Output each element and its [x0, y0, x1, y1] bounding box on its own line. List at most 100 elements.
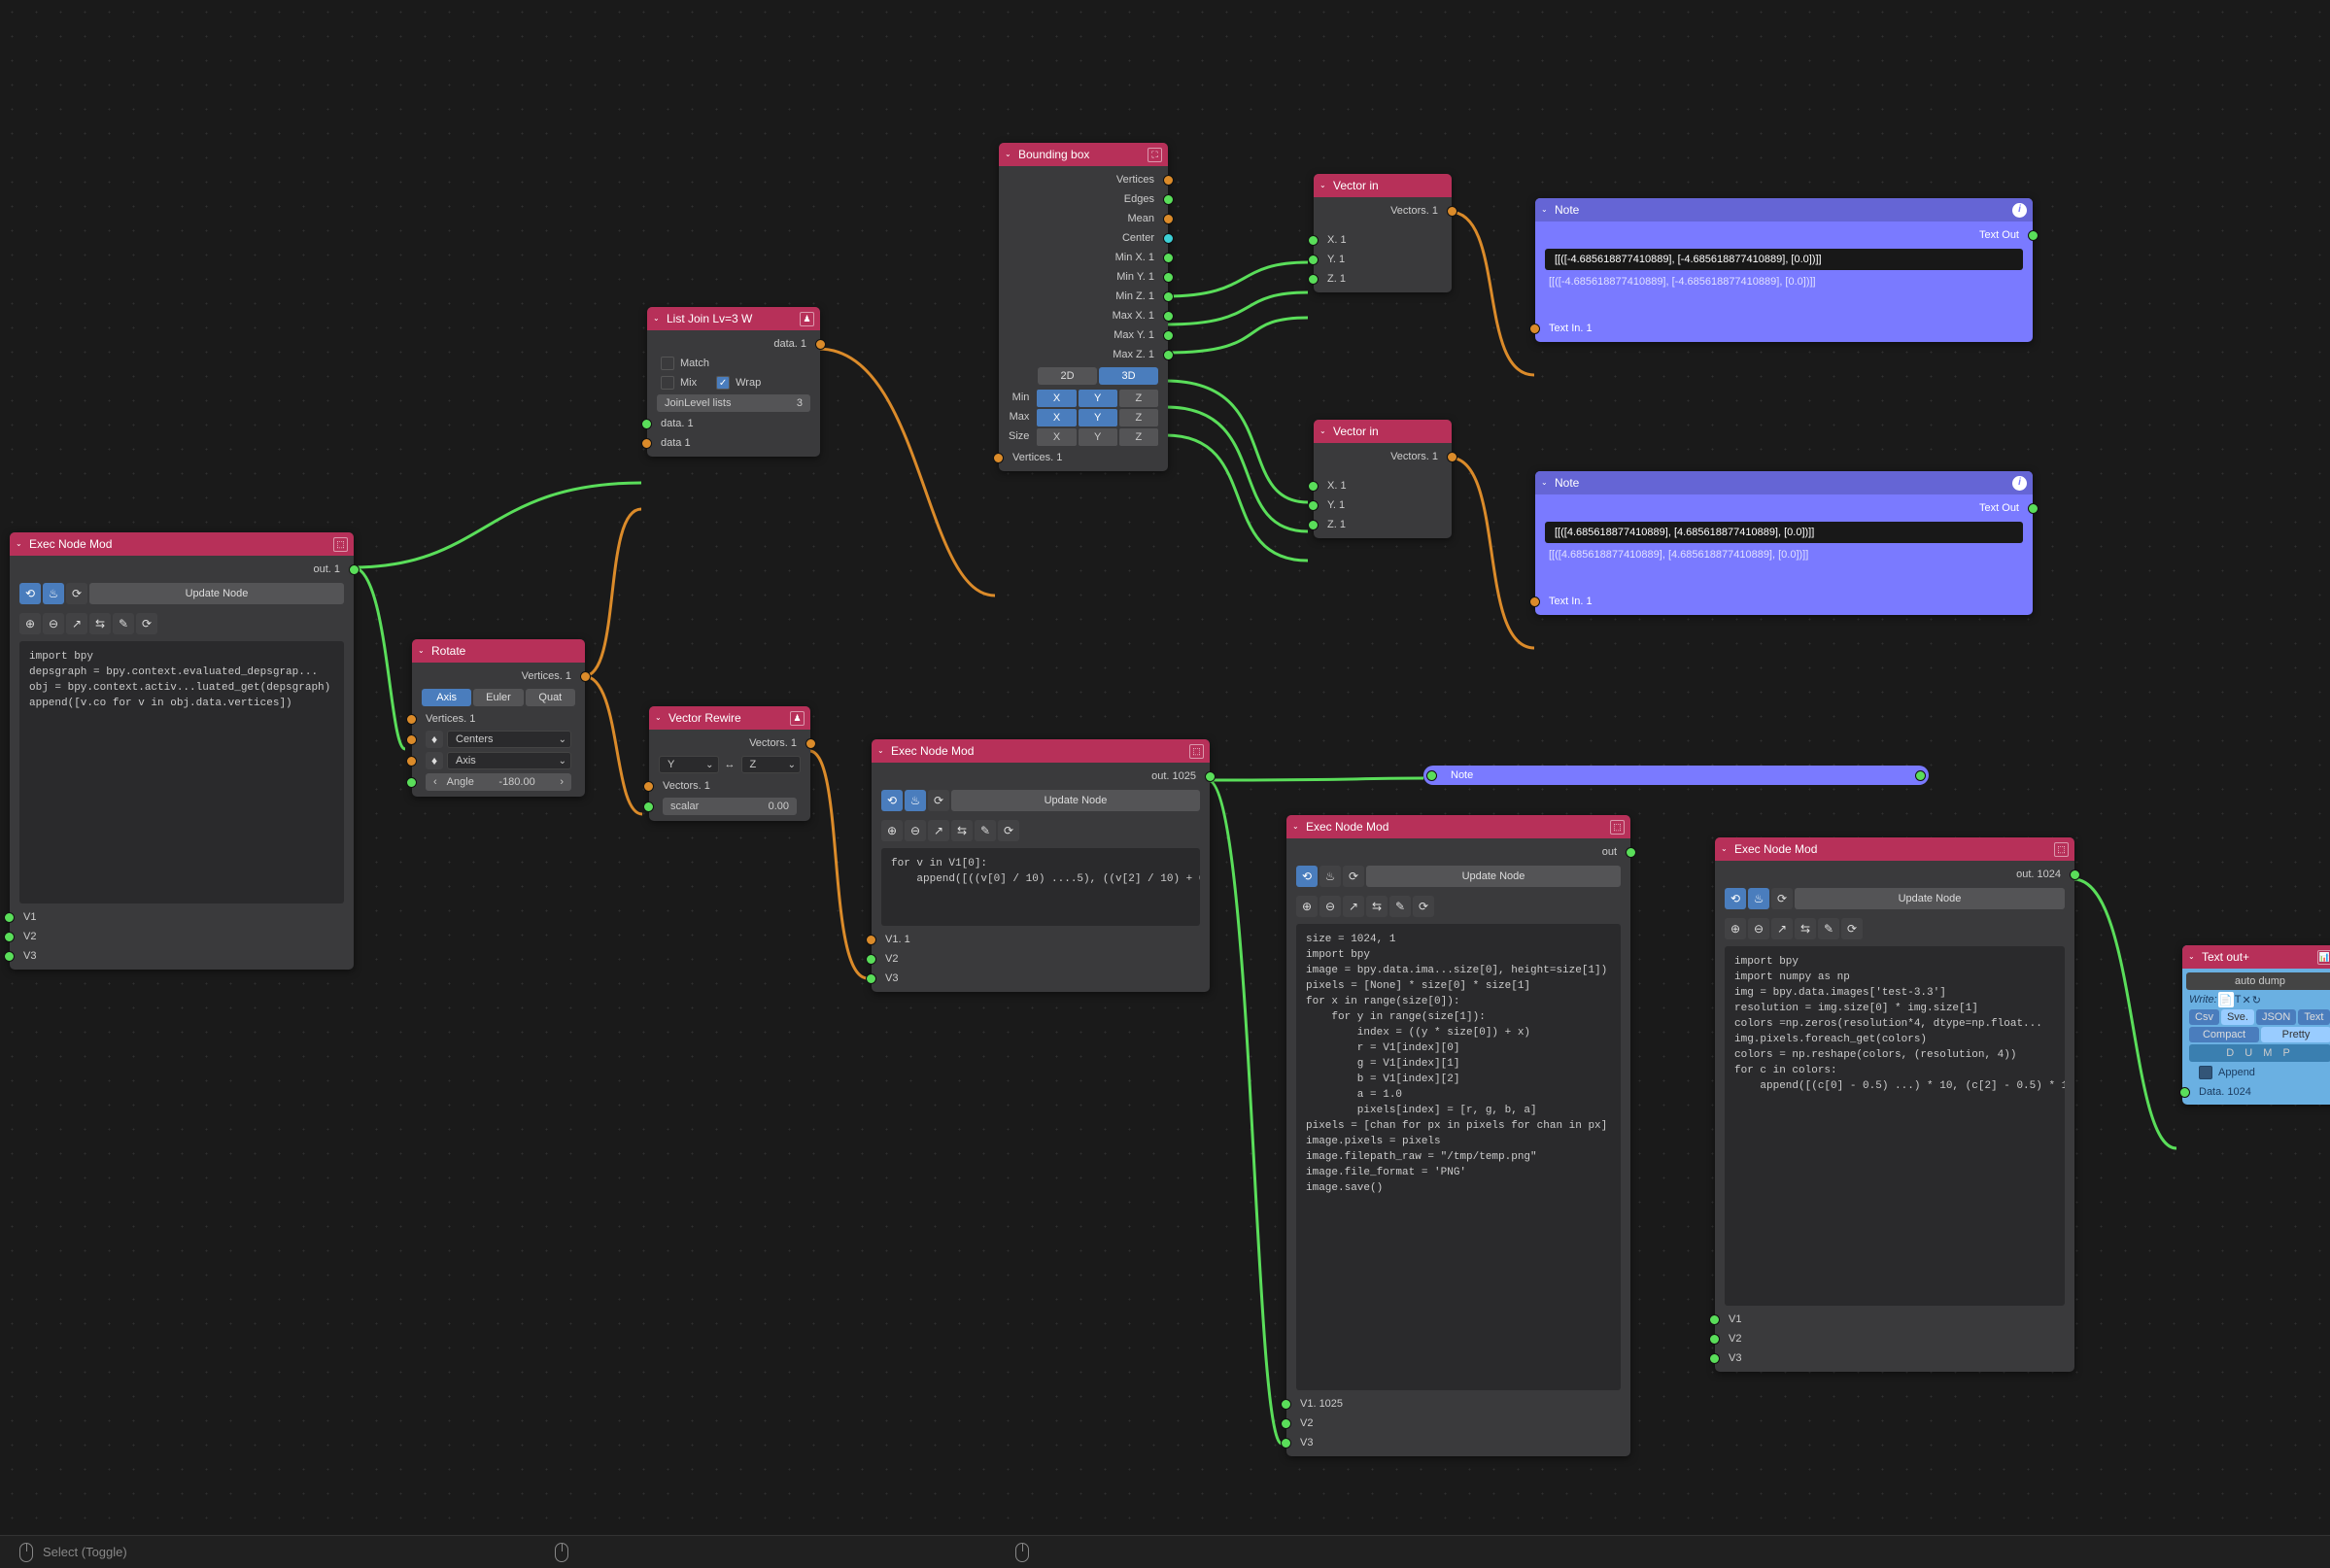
input-socket[interactable]	[4, 932, 15, 942]
tool-3[interactable]: ↗	[66, 613, 87, 634]
input-socket[interactable]	[406, 714, 417, 725]
2d-button[interactable]: 2D	[1038, 367, 1097, 385]
node-header[interactable]: ⌄Notei	[1535, 471, 2033, 494]
tool[interactable]: ⇆	[1366, 896, 1388, 917]
output-socket[interactable]	[1163, 175, 1174, 186]
tool[interactable]: ✎	[1389, 896, 1411, 917]
input-socket[interactable]	[1709, 1314, 1720, 1325]
icon-btn-3[interactable]: ⟳	[66, 583, 87, 604]
output-socket[interactable]	[1163, 291, 1174, 302]
input-socket[interactable]	[1709, 1334, 1720, 1345]
tool[interactable]: ⇆	[951, 820, 973, 841]
input-socket[interactable]	[1709, 1353, 1720, 1364]
node-header[interactable]: ⌄ Rotate	[412, 639, 585, 663]
input-socket[interactable]	[406, 734, 417, 745]
output-socket[interactable]	[2028, 230, 2039, 241]
tool[interactable]: ✎	[1818, 918, 1839, 939]
input-socket[interactable]	[866, 935, 876, 945]
node-header[interactable]: ⌄Vector in	[1314, 174, 1452, 197]
tool-5[interactable]: ✎	[113, 613, 134, 634]
node-header[interactable]: ⌄Notei	[1535, 198, 2033, 222]
input-socket[interactable]	[1426, 770, 1437, 781]
node-header[interactable]: ⌄Text out+📊	[2182, 945, 2330, 969]
output-socket[interactable]	[1163, 330, 1174, 341]
update-button[interactable]: Update Node	[1366, 866, 1621, 887]
link-icon[interactable]: ♦	[426, 752, 443, 769]
axis1-dropdown[interactable]: Y	[659, 756, 719, 773]
csv-button[interactable]: Csv	[2189, 1009, 2219, 1025]
input-socket[interactable]	[1281, 1399, 1291, 1410]
dump-button[interactable]: D U M P	[2189, 1044, 2330, 1062]
icon-btn[interactable]: ⟳	[1343, 866, 1364, 887]
output-socket[interactable]	[580, 671, 591, 682]
node-header[interactable]: ⌄Exec Node Mod⬚	[1715, 837, 2074, 861]
icon-btn[interactable]: ♨	[905, 790, 926, 811]
scalar-field[interactable]: scalar0.00	[663, 798, 797, 815]
icon-btn[interactable]: ⟲	[1296, 866, 1318, 887]
output-socket[interactable]	[1915, 770, 1926, 781]
icon-btn[interactable]: ⟳	[928, 790, 949, 811]
input-socket[interactable]	[406, 777, 417, 788]
code-block[interactable]: size = 1024, 1 import bpy image = bpy.da…	[1296, 924, 1621, 1390]
update-button[interactable]: Update Node	[89, 583, 344, 604]
output-socket[interactable]	[2070, 869, 2080, 880]
input-socket[interactable]	[641, 419, 652, 429]
tool[interactable]: ⊕	[1296, 896, 1318, 917]
output-socket[interactable]	[1163, 194, 1174, 205]
node-header[interactable]: ⌄ List Join Lv=3 W ♟	[647, 307, 820, 330]
compact-button[interactable]: Compact	[2189, 1027, 2259, 1042]
tool[interactable]: ⊖	[1748, 918, 1769, 939]
output-socket[interactable]	[1163, 214, 1174, 224]
tool[interactable]: ↗	[1343, 896, 1364, 917]
close-icon[interactable]: ✕	[2242, 994, 2250, 1006]
node-header[interactable]: ⌄Exec Node Mod⬚	[872, 739, 1210, 763]
mode-euler[interactable]: Euler	[473, 689, 523, 706]
icon-btn-2[interactable]: ♨	[43, 583, 64, 604]
output-socket[interactable]	[1205, 771, 1216, 782]
node-header[interactable]: ⌄ Exec Node Mod ⬚	[10, 532, 354, 556]
icon-btn[interactable]: ♨	[1319, 866, 1341, 887]
input-socket[interactable]	[866, 954, 876, 965]
output-socket[interactable]	[2028, 503, 2039, 514]
axis2-dropdown[interactable]: Z	[741, 756, 802, 773]
tool[interactable]: ⟳	[1413, 896, 1434, 917]
mode-axis[interactable]: Axis	[422, 689, 471, 706]
input-socket[interactable]	[1308, 520, 1319, 530]
note-collapsed[interactable]: › Note	[1423, 766, 1929, 785]
input-socket[interactable]	[1529, 324, 1540, 334]
node-header[interactable]: ⌄ Bounding box ⛶	[999, 143, 1168, 166]
icon-btn[interactable]: ⟳	[1771, 888, 1793, 909]
tool[interactable]: ↗	[1771, 918, 1793, 939]
person-icon[interactable]: ♟	[790, 711, 805, 726]
input-socket[interactable]	[2179, 1087, 2190, 1098]
icon-btn-1[interactable]: ⟲	[19, 583, 41, 604]
centers-dropdown[interactable]: Centers	[447, 731, 571, 748]
input-socket[interactable]	[4, 951, 15, 962]
refresh-icon[interactable]: ↻	[2252, 994, 2261, 1006]
output-socket[interactable]	[1163, 311, 1174, 322]
json-button[interactable]: JSON	[2256, 1009, 2296, 1025]
tool[interactable]: ⊖	[905, 820, 926, 841]
update-button[interactable]: Update Node	[1795, 888, 2065, 909]
input-socket[interactable]	[1308, 500, 1319, 511]
icon-btn[interactable]: ⟲	[1725, 888, 1746, 909]
output-socket[interactable]	[1163, 253, 1174, 263]
sve-button[interactable]: Sve.	[2221, 1009, 2254, 1025]
input-socket[interactable]	[1308, 235, 1319, 246]
input-socket[interactable]	[1308, 255, 1319, 265]
autodump-button[interactable]: auto dump	[2186, 972, 2330, 990]
icon-btn[interactable]: ⟲	[881, 790, 903, 811]
expand-icon[interactable]: ⬚	[333, 537, 348, 552]
icon-btn[interactable]: ♨	[1748, 888, 1769, 909]
expand-icon[interactable]: ⬚	[1610, 820, 1625, 835]
3d-button[interactable]: 3D	[1099, 367, 1158, 385]
output-socket[interactable]	[1163, 272, 1174, 283]
tool[interactable]: ⟳	[1841, 918, 1863, 939]
tool[interactable]: ↗	[928, 820, 949, 841]
person-icon[interactable]: ♟	[800, 312, 814, 326]
tool[interactable]: ⊖	[1319, 896, 1341, 917]
input-socket[interactable]	[643, 781, 654, 792]
node-header[interactable]: ⌄Vector in	[1314, 420, 1452, 443]
note-value[interactable]: [[([4.685618877410889], [4.6856188774108…	[1545, 522, 2023, 543]
tool[interactable]: ✎	[975, 820, 996, 841]
